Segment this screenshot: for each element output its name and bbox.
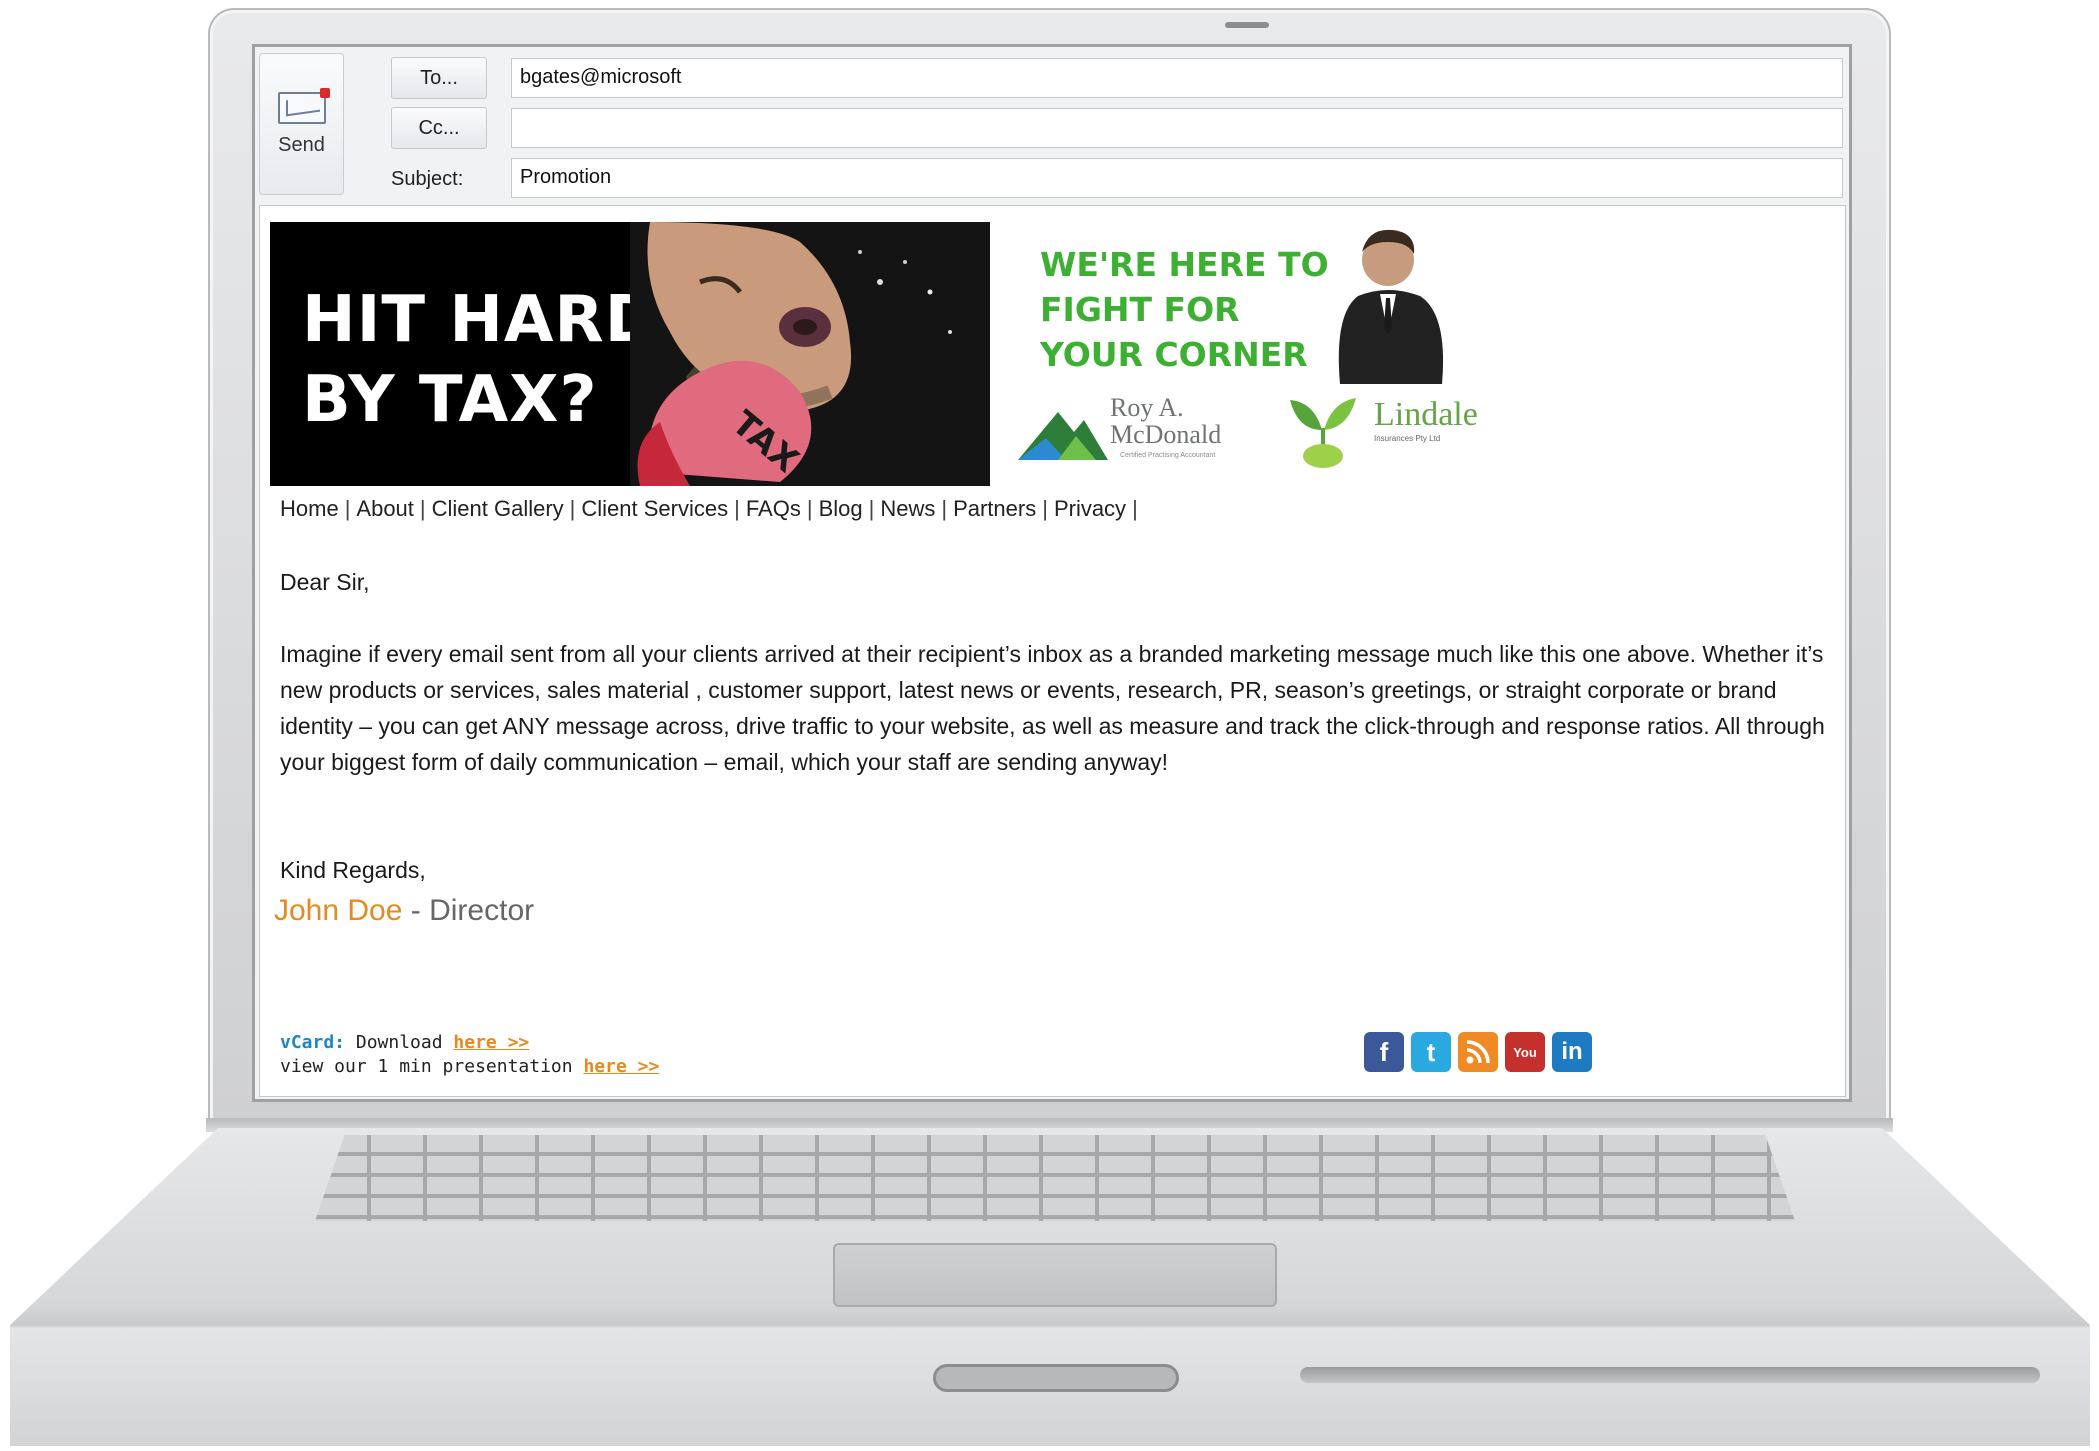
subject-field[interactable]: Promotion [511, 158, 1843, 198]
promo-line-1: WE'RE HERE TO [1040, 245, 1329, 284]
presentation-text: view our 1 min presentation [280, 1056, 584, 1077]
presentation-line: view our 1 min presentation here >> [280, 1056, 659, 1077]
rss-glyph [1466, 1040, 1490, 1064]
twitter-icon[interactable]: t [1411, 1032, 1451, 1072]
nav-link-news[interactable]: News [880, 496, 935, 521]
banner-headline: HIT HARD BY TAX? [302, 280, 659, 440]
roy-mountain-icon [1018, 412, 1108, 460]
front-latch [933, 1364, 1179, 1392]
cc-field[interactable] [511, 108, 1843, 148]
signature-name: John Doe [274, 894, 403, 927]
roy-logo-name: Roy A. McDonald [1110, 393, 1222, 449]
send-label: Send [278, 133, 325, 156]
closing: Kind Regards, [280, 857, 426, 883]
promo-line-3: YOUR CORNER [1040, 335, 1308, 374]
rss-icon[interactable] [1458, 1032, 1498, 1072]
youtube-icon[interactable]: You [1505, 1032, 1545, 1072]
keyboard [315, 1135, 1795, 1221]
send-envelope-icon [277, 87, 330, 124]
to-field[interactable]: bgates@microsoft [511, 58, 1843, 98]
to-button[interactable]: To... [391, 57, 487, 99]
nav-link-faqs[interactable]: FAQs [746, 496, 801, 521]
roy-logo-subtitle: Certified Practising Accountant [1120, 452, 1216, 459]
signature: John Doe - Director [274, 894, 534, 928]
nav-link-client-gallery[interactable]: Client Gallery [432, 496, 564, 521]
promo-tagline: WE'RE HERE TO FIGHT FOR YOUR CORNER [1040, 242, 1329, 377]
vcard-text: Download [345, 1032, 454, 1053]
facebook-icon[interactable]: f [1364, 1032, 1404, 1072]
banner-image[interactable]: HIT HARD BY TAX? TAX [270, 222, 990, 486]
vcard-label: vCard: [280, 1032, 346, 1053]
lindale-logo-subtitle: Insurances Pty Ltd [1374, 434, 1441, 443]
promo-line-2: FIGHT FOR [1040, 290, 1240, 329]
headline-line-1: HIT HARD [302, 283, 659, 357]
businessman-photo [1338, 229, 1444, 384]
vcard-download-link[interactable]: here >> [453, 1032, 529, 1053]
message-body[interactable]: HIT HARD BY TAX? TAX WE'RE HERE TO FIGHT [259, 205, 1846, 1097]
boxer-illustration: TAX [630, 222, 990, 486]
send-button[interactable]: Send [259, 53, 344, 195]
trackpad [833, 1243, 1277, 1307]
nav-link-home[interactable]: Home [280, 496, 339, 521]
presentation-link[interactable]: here >> [583, 1056, 659, 1077]
webcam [1225, 22, 1269, 28]
nav-link-about[interactable]: About [356, 496, 414, 521]
nav-link-partners[interactable]: Partners [953, 496, 1036, 521]
headline-line-2: BY TAX? [302, 363, 598, 437]
social-icons: f t You in [1364, 1032, 1592, 1072]
signature-title: - Director [402, 894, 535, 927]
email-nav-links: Home | About | Client Gallery | Client Service… [280, 496, 1138, 521]
roy-mcdonald-logo[interactable]: Roy A. McDonald Certified Practising Acc… [1018, 394, 1278, 476]
nav-link-blog[interactable]: Blog [819, 496, 863, 521]
subject-label: Subject: [391, 168, 464, 190]
lindale-logo[interactable]: Lindale Insurances Pty Ltd [1288, 390, 1498, 482]
lindale-sprout-icon [1290, 398, 1356, 468]
front-vent [1300, 1367, 2040, 1383]
body-paragraph: Imagine if every email sent from all you… [280, 641, 1825, 775]
vcard-line: vCard: Download here >> [280, 1032, 529, 1053]
lindale-logo-name: Lindale [1374, 396, 1478, 433]
linkedin-icon[interactable]: in [1552, 1032, 1592, 1072]
nav-link-client-services[interactable]: Client Services [581, 496, 728, 521]
laptop-screen: Send To... Cc... Subject: bgates@microso… [252, 44, 1852, 1102]
cc-button[interactable]: Cc... [391, 107, 487, 149]
greeting: Dear Sir, [280, 569, 370, 595]
nav-link-privacy[interactable]: Privacy [1054, 496, 1126, 521]
